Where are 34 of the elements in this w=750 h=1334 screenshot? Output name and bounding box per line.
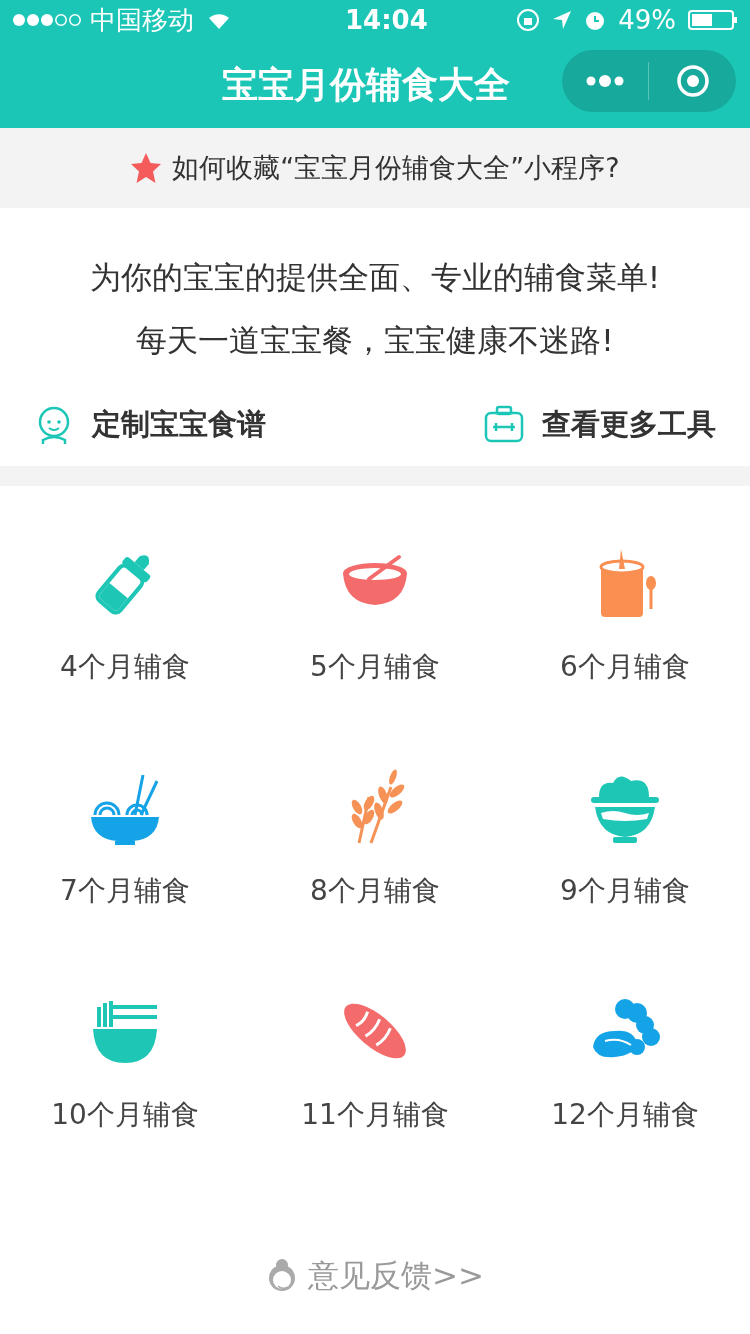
month-item[interactable]: 9个月辅食 — [500, 724, 750, 948]
month-label: 5个月辅食 — [310, 649, 440, 685]
month-label: 6个月辅食 — [560, 649, 690, 685]
month-item[interactable]: 5个月辅食 — [250, 500, 500, 724]
month-label: 8个月辅食 — [310, 873, 440, 909]
alarm-icon — [584, 9, 607, 31]
month-item[interactable]: 7个月辅食 — [0, 724, 250, 948]
more-icon — [585, 75, 625, 87]
star-icon — [130, 152, 163, 184]
tool-link[interactable]: 定制宝宝食谱 — [34, 403, 266, 447]
month-item[interactable]: 4个月辅食 — [0, 500, 250, 724]
battery-icon — [688, 9, 738, 31]
month-item[interactable]: 10个月辅食 — [0, 948, 250, 1172]
intro-text: 为你的宝宝的提供全面、专业的辅食菜单! — [89, 258, 661, 297]
month-label: 10个月辅食 — [51, 1097, 199, 1133]
signal-icon — [12, 13, 82, 27]
battery-percent: 49% — [618, 3, 676, 37]
month-label: 9个月辅食 — [560, 873, 690, 909]
target-icon — [675, 64, 710, 98]
month-item[interactable]: 6个月辅食 — [500, 500, 750, 724]
month-item[interactable]: 8个月辅食 — [250, 724, 500, 948]
intro-text: 每天一道宝宝餐，宝宝健康不迷路! — [136, 320, 614, 360]
month-label: 4个月辅食 — [60, 649, 190, 685]
clock-time: 14:04 — [345, 3, 428, 37]
tool-link[interactable]: 查看更多工具 — [484, 403, 716, 447]
month-item[interactable]: 12个月辅食 — [500, 948, 750, 1172]
carrier-name: 中国移动 — [90, 3, 194, 37]
page-title: 宝宝月份辅食大全 — [222, 63, 510, 107]
month-label: 7个月辅食 — [60, 873, 190, 909]
month-label: 12个月辅食 — [551, 1097, 699, 1133]
month-label: 11个月辅食 — [301, 1097, 449, 1133]
location-arrow-icon — [552, 10, 573, 30]
rotation-lock-icon — [516, 8, 541, 32]
month-item[interactable]: 11个月辅食 — [250, 948, 500, 1172]
